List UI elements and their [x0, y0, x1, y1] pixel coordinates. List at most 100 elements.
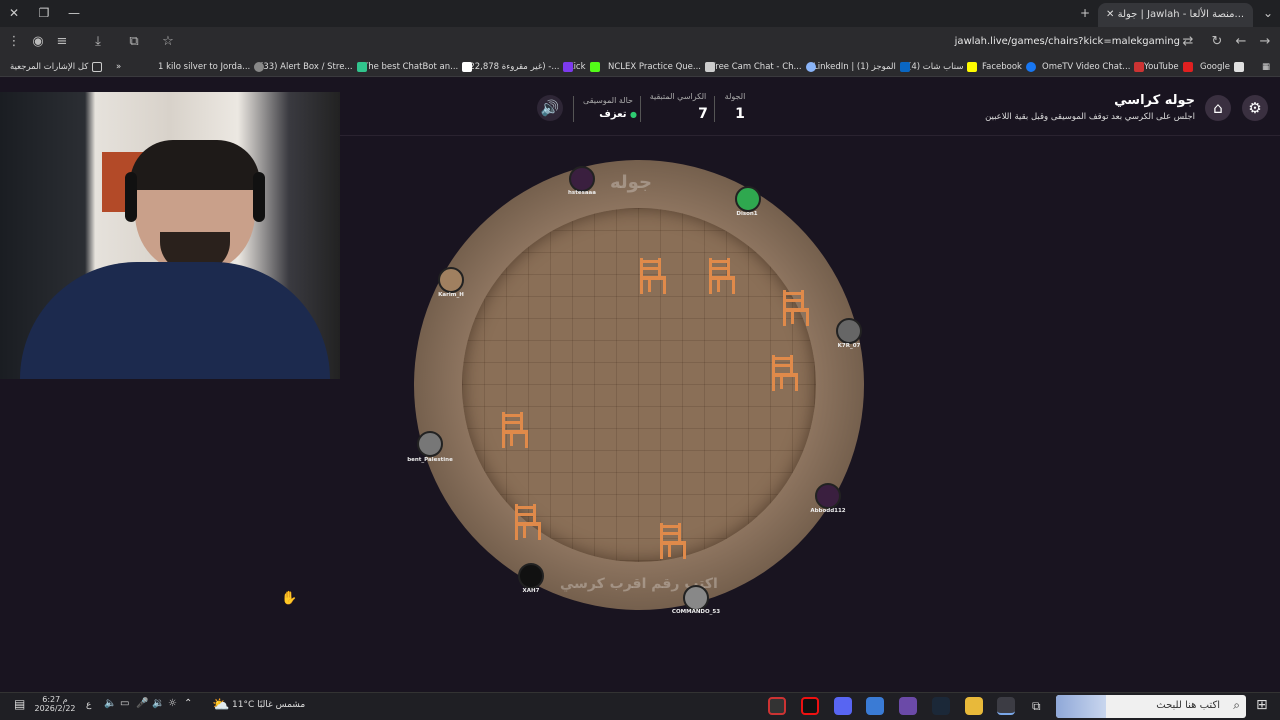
music-status: تعزف ●: [597, 109, 637, 120]
bookmark-chatbot[interactable]: The best ChatBot an...: [363, 57, 473, 77]
close-window-icon[interactable]: ✕: [0, 0, 28, 27]
tray-chevron-icon[interactable]: ⌃: [184, 698, 192, 709]
media-control-icon[interactable]: ≡: [50, 27, 74, 57]
task-view-icon[interactable]: ⧉: [1032, 699, 1041, 714]
chrome-taskbar-icon[interactable]: [997, 697, 1015, 715]
chair-icon[interactable]: [707, 258, 737, 296]
bookmark-star-icon[interactable]: ☆: [156, 27, 180, 57]
reload-icon[interactable]: ↻: [1205, 27, 1229, 57]
extensions-puzzle-icon[interactable]: ⧉: [122, 27, 146, 57]
search-highlight-image: [1056, 695, 1106, 718]
apps-icon[interactable]: ▦: [1262, 57, 1274, 77]
opera-icon[interactable]: [801, 697, 819, 715]
bookmark-google[interactable]: Google: [1200, 57, 1244, 77]
minimize-window-icon[interactable]: —: [60, 0, 88, 27]
app-icon[interactable]: [899, 697, 917, 715]
chair-icon[interactable]: [513, 504, 543, 542]
bookmark-label: كل الإشارات المرجعية: [10, 62, 89, 72]
tab-title: جولة | Jawlah - منصة الألعا...: [1117, 9, 1245, 20]
mail-icon: [563, 62, 574, 72]
input-language[interactable]: ع: [86, 700, 91, 710]
weather-text[interactable]: 11°C مشمس غالبًا: [232, 700, 305, 710]
streamer-shirt: [20, 262, 330, 379]
bookmark-nclex[interactable]: NCLEX Practice Que...: [608, 57, 715, 77]
board-watermark: جوله: [610, 172, 652, 193]
bookmark-label: LinkedIn | (1) الموجز: [813, 62, 896, 72]
bookmark-label: The best ChatBot an...: [363, 62, 459, 72]
tab-search-icon[interactable]: ⌄: [1254, 0, 1280, 27]
address-bar[interactable]: jawlah.live/games/chairs?kick=malekgamin…: [935, 30, 1180, 54]
volume-icon[interactable]: 🔊: [537, 95, 563, 121]
forward-icon[interactable]: ←: [1229, 27, 1253, 57]
chair-icon[interactable]: [658, 523, 688, 561]
player-avatar: [417, 431, 443, 457]
chair-icon[interactable]: [638, 258, 668, 296]
microphone-icon[interactable]: 🎤: [136, 698, 148, 709]
chatbot-icon: [462, 62, 473, 72]
chair-icon[interactable]: [770, 355, 800, 393]
bookmark-label: 1 kilo silver to Jorda...: [158, 62, 251, 72]
network-icon[interactable]: ▭: [120, 698, 129, 709]
streamlabs-icon: [356, 62, 367, 72]
bookmark-ometv[interactable]: OmeTV Video Chat...: [1042, 57, 1145, 77]
tab-jawlah[interactable]: ✕ جولة | Jawlah - منصة الألعا...: [1098, 3, 1253, 27]
restore-window-icon[interactable]: ❐: [30, 0, 58, 27]
chair-icon[interactable]: [781, 290, 811, 328]
browser-tab-bar: ✕ ❐ — + ✕ جولة | Jawlah - منصة الألعا...…: [0, 0, 1280, 27]
bookmark-label: YouTube: [1144, 62, 1179, 72]
speaker-icon[interactable]: 🔉: [152, 698, 164, 709]
bookmark-label: OmeTV Video Chat...: [1042, 62, 1131, 72]
round-label: الجولة: [724, 92, 746, 101]
bookmark-label: (33) Alert Box / Stre...: [260, 62, 353, 72]
obs-icon[interactable]: [768, 697, 786, 715]
player-avatar: [438, 267, 464, 293]
google-icon: [1233, 62, 1244, 72]
taskbar-search-box[interactable]: اكتب هنا للبحث ⌕: [1056, 695, 1246, 718]
player-name: K7R_07: [837, 343, 861, 349]
download-icon[interactable]: ⤓: [86, 27, 110, 57]
player-avatar: [683, 585, 709, 611]
all-bookmarks[interactable]: كل الإشارات المرجعية: [10, 57, 103, 77]
bookmark-linkedin[interactable]: LinkedIn | (1) الموجز: [813, 57, 910, 77]
extension-icon[interactable]: ◉: [26, 27, 50, 57]
brightness-icon[interactable]: ☼: [168, 698, 177, 709]
globe-icon: [254, 62, 265, 72]
player-name: Abbodd112: [810, 508, 846, 514]
player-avatar: [735, 186, 761, 212]
divider: [573, 96, 574, 122]
streamer-hair: [130, 140, 260, 190]
store-icon[interactable]: [866, 697, 884, 715]
steam-icon[interactable]: [932, 697, 950, 715]
bookmark-label: (22,878 غير مقروءة) -...: [466, 62, 560, 72]
file-explorer-icon[interactable]: [965, 697, 983, 715]
new-tab-icon[interactable]: +: [1071, 0, 1099, 27]
windows-start-icon[interactable]: ⊞: [1256, 697, 1268, 713]
menu-icon[interactable]: ⋮: [2, 27, 26, 57]
discord-icon[interactable]: [834, 697, 852, 715]
player-name: Karim_H: [438, 292, 464, 298]
bookmark-silver[interactable]: 1 kilo silver to Jorda...: [158, 57, 265, 77]
bookmark-mail[interactable]: (22,878 غير مقروءة) -...: [466, 57, 574, 77]
bookmark-label: Facebook: [982, 62, 1022, 72]
home-icon[interactable]: ⌂: [1205, 95, 1231, 121]
bookmark-facebook[interactable]: Facebook: [982, 57, 1036, 77]
search-icon: ⌕: [1233, 698, 1240, 712]
settings-gear-icon[interactable]: ⚙: [1242, 95, 1268, 121]
more-bookmarks-icon[interactable]: »: [116, 57, 121, 77]
headphones-icon: [253, 172, 265, 222]
close-tab-icon[interactable]: ✕: [1106, 9, 1114, 20]
clock[interactable]: 6:27 م 2026/2/22: [34, 695, 76, 713]
volume-tray-icon[interactable]: 🔈: [104, 698, 116, 709]
notifications-icon[interactable]: ▤: [14, 697, 25, 711]
player-name: hstesaaa: [568, 190, 596, 196]
player-avatar: [569, 166, 595, 192]
bookmark-snapchat[interactable]: (4) سناب شات: [908, 57, 978, 77]
bookmark-alertbox[interactable]: (33) Alert Box / Stre...: [260, 57, 367, 77]
bookmark-youtube[interactable]: YouTube: [1144, 57, 1193, 77]
weather-icon: ⛅: [212, 697, 230, 713]
youtube-icon: [1182, 62, 1193, 72]
kick-icon: [589, 62, 600, 72]
bookmark-freecam[interactable]: Free Cam Chat - Ch...: [711, 57, 816, 77]
chair-icon[interactable]: [500, 412, 530, 450]
back-icon[interactable]: →: [1253, 27, 1277, 57]
